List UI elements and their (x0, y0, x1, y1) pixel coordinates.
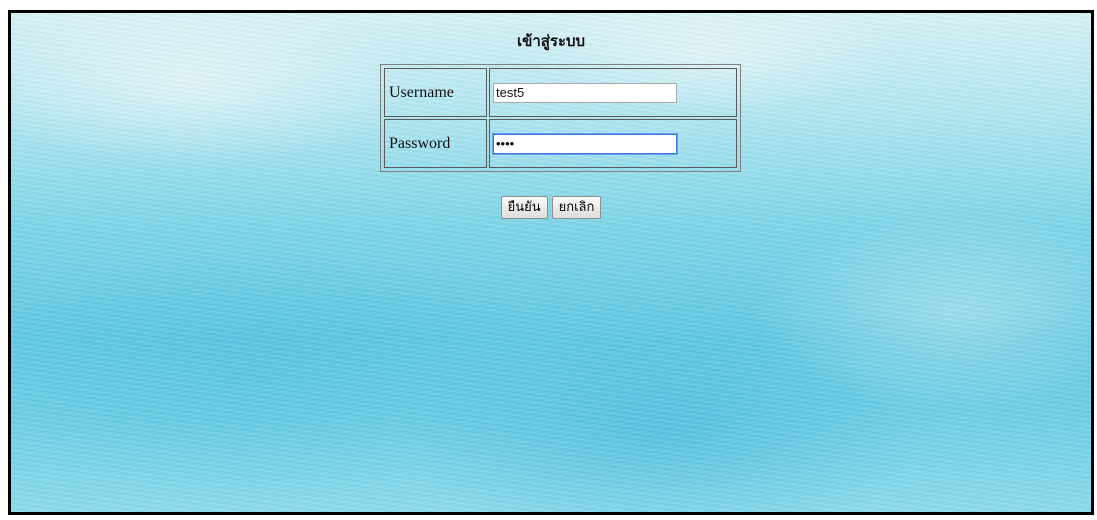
username-cell: test5 (489, 68, 737, 117)
password-cell: •••• (489, 119, 737, 168)
cancel-button[interactable]: ยกเลิก (551, 196, 602, 219)
username-value: test5 (496, 85, 525, 100)
username-row: Username test5 (384, 68, 737, 117)
password-label: Password (384, 119, 487, 168)
confirm-button[interactable]: ยืนยัน (500, 196, 548, 219)
page-title: เข้าสู่ระบบ (516, 32, 586, 50)
password-value: •••• (496, 136, 515, 151)
form-buttons: ยืนยัน ยกเลิก (11, 196, 1091, 219)
password-field[interactable]: •••• (493, 133, 677, 154)
username-label: Username (384, 68, 487, 117)
login-form-table: Username test5 Password •••• (380, 64, 741, 172)
page-frame: เข้าสู่ระบบ Username test5 Password ••••… (8, 10, 1094, 515)
username-field[interactable]: test5 (493, 82, 677, 103)
password-row: Password •••• (384, 119, 737, 168)
